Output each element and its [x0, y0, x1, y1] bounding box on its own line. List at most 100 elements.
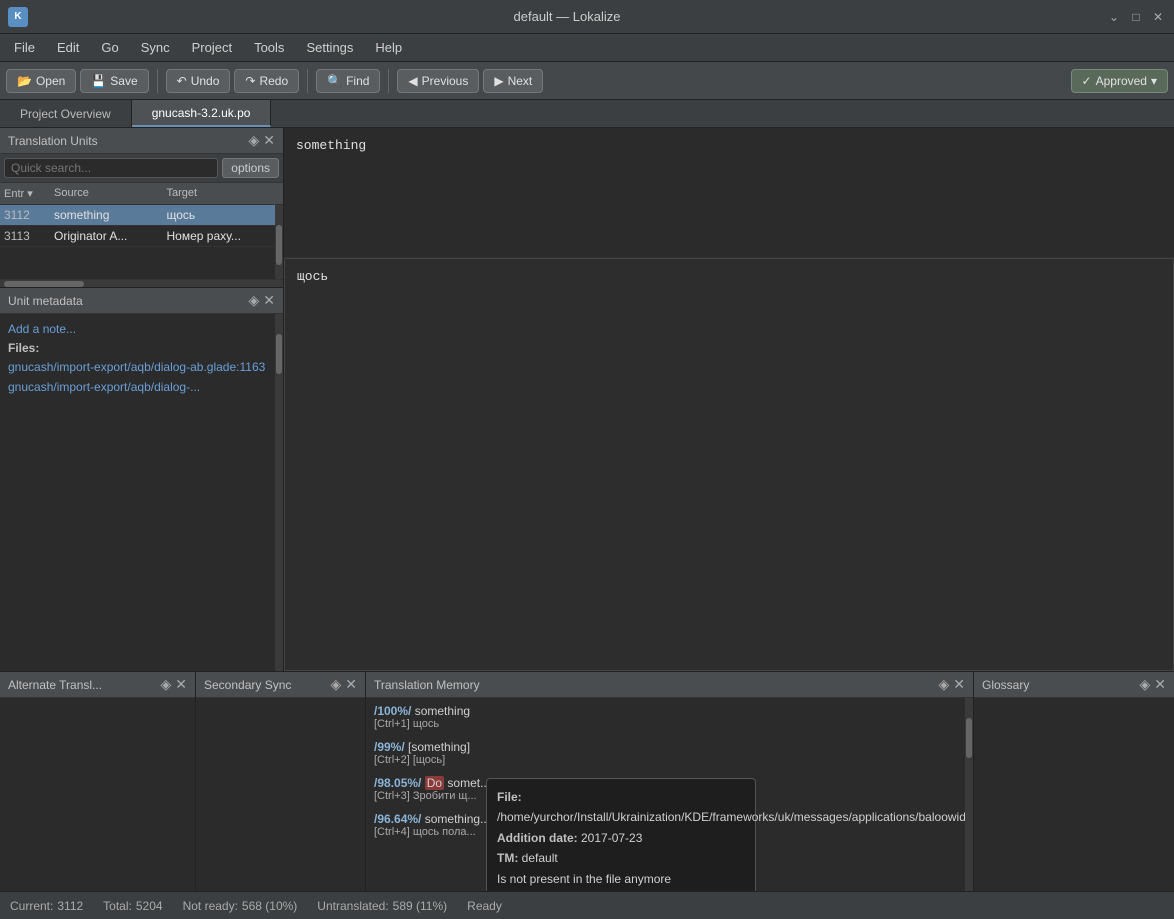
window-title: default — Lokalize	[28, 9, 1106, 24]
next-button[interactable]: ▶ Next	[483, 69, 543, 93]
tm-header: Translation Memory ◈ ✕	[366, 672, 973, 698]
undo-button[interactable]: ↶ Undo	[166, 69, 231, 93]
alt-trans-title: Alternate Transl...	[8, 678, 102, 692]
tm-scroll-track	[965, 698, 973, 891]
separator-3	[388, 69, 389, 93]
previous-button[interactable]: ◀ Previous	[397, 69, 479, 93]
menu-sync[interactable]: Sync	[131, 37, 180, 58]
minimize-button[interactable]: ⌄	[1106, 9, 1122, 25]
find-icon: 🔍	[327, 74, 342, 88]
um-header-icons: ◈ ✕	[248, 292, 275, 309]
tu-hscroll[interactable]	[0, 279, 283, 287]
ss-header-icons: ◈ ✕	[330, 676, 357, 693]
close-button[interactable]: ✕	[1150, 9, 1166, 25]
bottom-panels: Alternate Transl... ◈ ✕ Secondary Sync ◈…	[0, 671, 1174, 891]
menu-edit[interactable]: Edit	[47, 37, 89, 58]
approved-button[interactable]: ✓ Approved ▾	[1071, 69, 1168, 93]
translation-units-title: Translation Units	[8, 134, 98, 148]
file-link-1[interactable]: gnucash/import-export/aqb/dialog-ab.glad…	[8, 358, 267, 377]
unit-metadata-content: Add a note... Files: gnucash/import-expo…	[0, 314, 275, 671]
list-item[interactable]: /98.05%/ Do somet... [Ctrl+3] Зробити щ.…	[374, 776, 957, 802]
menu-help[interactable]: Help	[365, 37, 412, 58]
pin-icon[interactable]: ◈	[938, 676, 949, 693]
tu-col-entry-header: Entr ▾	[0, 185, 50, 202]
close-glossary-icon[interactable]: ✕	[1154, 676, 1166, 693]
translation-units-panel: Translation Units ◈ ✕ options Entr ▾ Sou…	[0, 128, 283, 288]
maximize-button[interactable]: □	[1128, 9, 1144, 25]
add-note-link[interactable]: Add a note...	[8, 320, 267, 339]
pin-icon[interactable]: ◈	[248, 292, 259, 309]
unit-metadata-header: Unit metadata ◈ ✕	[0, 288, 283, 314]
pin-icon[interactable]: ◈	[1139, 676, 1150, 693]
alt-trans-header: Alternate Transl... ◈ ✕	[0, 672, 195, 698]
undo-label: Undo	[191, 74, 220, 88]
tm-header-left: Translation Memory	[374, 678, 480, 692]
tu-cell-target: Номер раху...	[163, 226, 276, 246]
tu-scroll-track	[275, 205, 283, 279]
tu-cell-entry: 3113	[0, 226, 50, 246]
tu-scroll-thumb[interactable]	[276, 225, 282, 265]
tm-entry-line1: /100%/ something	[374, 704, 957, 718]
table-row[interactable]: 3113 Originator A... Номер раху...	[0, 226, 275, 247]
close-ss-icon[interactable]: ✕	[345, 676, 357, 693]
list-item[interactable]: /99%/ [something] [Ctrl+2] [щось]	[374, 740, 957, 766]
options-button[interactable]: options	[222, 158, 279, 178]
tu-hscroll-thumb	[4, 281, 84, 287]
tab-project-overview[interactable]: Project Overview	[0, 100, 132, 127]
tu-cell-target: щось	[163, 205, 276, 225]
find-button[interactable]: 🔍 Find	[316, 69, 380, 93]
files-label: Files:	[8, 341, 39, 355]
tm-shortcut: [Ctrl+2] [щось]	[374, 754, 957, 766]
search-input[interactable]	[4, 158, 218, 178]
alt-trans-content	[0, 698, 195, 891]
tab-gnucash[interactable]: gnucash-3.2.uk.po	[132, 100, 272, 127]
close-tu-icon[interactable]: ✕	[263, 132, 275, 149]
previous-icon: ◀	[408, 74, 417, 88]
pin-icon[interactable]: ◈	[160, 676, 171, 693]
tm-percent: /98.05%/	[374, 776, 421, 790]
next-icon: ▶	[494, 74, 503, 88]
tm-entry-line1: /98.05%/ Do somet...	[374, 776, 957, 790]
save-button[interactable]: 💾 Save	[80, 69, 148, 93]
find-label: Find	[346, 74, 369, 88]
tm-entry-line1: /96.64%/ something...	[374, 812, 957, 826]
menu-tools[interactable]: Tools	[244, 37, 294, 58]
secondary-sync-content	[196, 698, 365, 891]
redo-button[interactable]: ↷ Redo	[234, 69, 299, 93]
close-tm-icon[interactable]: ✕	[953, 676, 965, 693]
secondary-sync-header: Secondary Sync ◈ ✕	[196, 672, 365, 698]
list-item[interactable]: /96.64%/ something... [Ctrl+4] щось пола…	[374, 812, 957, 838]
tm-content: /100%/ something [Ctrl+1] щось /99%/ [so…	[366, 698, 965, 891]
total-value: 5204	[136, 899, 163, 913]
tu-table: Entr ▾ Source Target 3112 something щось…	[0, 183, 283, 287]
open-button[interactable]: 📂 Open	[6, 69, 76, 93]
current-value: 3112	[57, 899, 83, 913]
target-editor[interactable]: щось	[285, 259, 1173, 670]
close-um-icon[interactable]: ✕	[263, 292, 275, 309]
tm-source: something...	[425, 812, 490, 826]
translation-units-header: Translation Units ◈ ✕	[0, 128, 283, 154]
close-alt-icon[interactable]: ✕	[175, 676, 187, 693]
menu-bar: File Edit Go Sync Project Tools Settings…	[0, 34, 1174, 62]
tm-scroll-thumb[interactable]	[966, 718, 972, 758]
file-link-2[interactable]: gnucash/import-export/aqb/dialog-...	[8, 378, 267, 397]
menu-project[interactable]: Project	[182, 37, 242, 58]
tm-source: something	[415, 704, 470, 718]
tm-entry-line1: /99%/ [something]	[374, 740, 957, 754]
tooltip-note: Is not present in the file anymore	[497, 869, 745, 889]
table-row[interactable]: 3112 something щось	[0, 205, 275, 226]
pin-icon[interactable]: ◈	[248, 132, 259, 149]
tm-percent: /100%/	[374, 704, 411, 718]
menu-go[interactable]: Go	[91, 37, 128, 58]
tm-panel: Translation Memory ◈ ✕ /100%/ something …	[366, 672, 974, 891]
tu-rows: 3112 something щось 3113 Originator A...…	[0, 205, 275, 279]
status-untranslated: Untranslated: 589 (11%)	[317, 899, 447, 913]
pin-icon[interactable]: ◈	[330, 676, 341, 693]
save-label: Save	[110, 74, 137, 88]
unit-metadata-panel: Unit metadata ◈ ✕ Add a note... Files: g…	[0, 288, 283, 671]
menu-settings[interactable]: Settings	[296, 37, 363, 58]
menu-file[interactable]: File	[4, 37, 45, 58]
toolbar: 📂 Open 💾 Save ↶ Undo ↷ Redo 🔍 Find ◀ Pre…	[0, 62, 1174, 100]
um-scroll-thumb[interactable]	[276, 334, 282, 374]
list-item[interactable]: /100%/ something [Ctrl+1] щось	[374, 704, 957, 730]
